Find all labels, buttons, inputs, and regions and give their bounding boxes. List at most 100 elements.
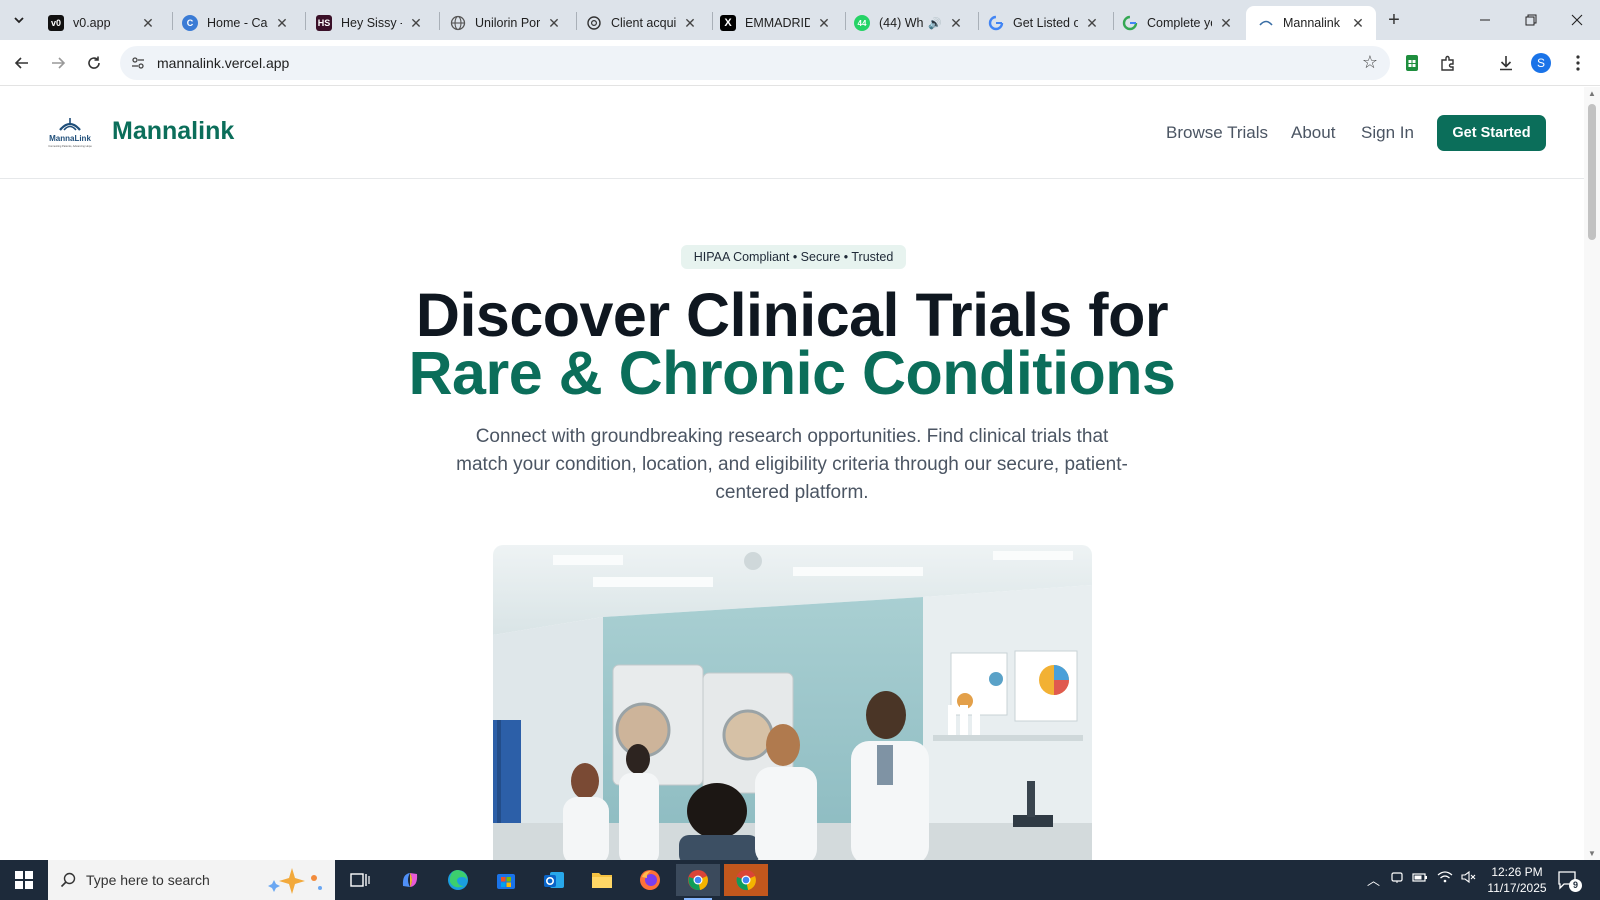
site-header: MannaLink Connecting Patients, Advancing…: [0, 87, 1584, 179]
profile-avatar[interactable]: S: [1531, 53, 1551, 73]
whatsapp-badge: 44: [857, 18, 867, 28]
address-bar[interactable]: mannalink.vercel.app ☆: [120, 46, 1390, 80]
kebab-menu-icon[interactable]: [1566, 51, 1590, 75]
tab-unilorin[interactable]: Unilorin Portal ✕: [438, 6, 572, 40]
tab-v0[interactable]: v0 v0.app ✕: [36, 6, 166, 40]
whatsapp-icon: 44: [854, 15, 870, 31]
copilot-sparkle-icon: [268, 868, 322, 894]
close-tab-icon[interactable]: ✕: [140, 15, 156, 31]
extensions-puzzle-icon[interactable]: [1436, 51, 1460, 75]
close-icon: [1571, 14, 1583, 26]
sheets-extension-icon[interactable]: [1400, 51, 1424, 75]
tab-canva[interactable]: C Home - Canva ✕: [170, 6, 300, 40]
brand-name[interactable]: Mannalink: [112, 117, 234, 146]
scrollbar-thumb[interactable]: [1588, 104, 1596, 240]
canva-icon: C: [182, 15, 198, 31]
site-info-icon[interactable]: [130, 55, 146, 71]
scroll-up-icon[interactable]: ▲: [1588, 89, 1596, 98]
forward-button[interactable]: [44, 49, 72, 77]
copilot-app-icon[interactable]: [388, 864, 432, 896]
scroll-down-icon[interactable]: ▼: [1588, 849, 1596, 858]
close-tab-icon[interactable]: ✕: [1350, 15, 1366, 31]
clock-time: 12:26 PM: [1491, 865, 1543, 879]
new-tab-button[interactable]: +: [1382, 9, 1406, 33]
x-logo-icon: X: [720, 15, 736, 31]
tab-strip: v0 v0.app ✕ C Home - Canva ✕ HS Hey Siss…: [0, 0, 1600, 40]
google-icon: [988, 15, 1004, 31]
bookmark-star-icon[interactable]: ☆: [1362, 52, 1378, 73]
task-view-icon[interactable]: [338, 864, 382, 896]
openai-icon: [586, 15, 602, 31]
restore-icon: [1525, 14, 1537, 26]
close-tab-icon[interactable]: ✕: [546, 15, 562, 31]
meet-now-icon[interactable]: [1390, 870, 1404, 887]
google-icon: [1122, 15, 1138, 31]
nav-browse-trials[interactable]: Browse Trials: [1166, 123, 1268, 143]
nav-sign-in[interactable]: Sign In: [1361, 123, 1414, 143]
download-icon[interactable]: [1494, 51, 1518, 75]
notification-count: 9: [1569, 879, 1582, 892]
minimize-button[interactable]: [1462, 0, 1508, 40]
browser-toolbar: mannalink.vercel.app ☆: [0, 40, 1600, 86]
battery-icon[interactable]: [1412, 870, 1428, 887]
hero-lab-image: [493, 545, 1092, 860]
arrow-left-icon: [14, 57, 28, 69]
tab-search-button[interactable]: [6, 7, 32, 33]
reload-button[interactable]: [80, 49, 108, 77]
close-tab-icon[interactable]: ✕: [408, 15, 424, 31]
microsoft-store-icon[interactable]: [484, 864, 528, 896]
compliance-badge: HIPAA Compliant • Secure • Trusted: [681, 245, 906, 269]
restore-button[interactable]: [1508, 0, 1554, 40]
close-tab-icon[interactable]: ✕: [1218, 15, 1234, 31]
tab-get-listed[interactable]: Get Listed on Google ✕: [976, 6, 1110, 40]
chrome-app-icon-active[interactable]: [676, 864, 720, 900]
page-scrollbar[interactable]: ▲ ▼: [1584, 87, 1600, 860]
tab-x-emmadrid[interactable]: X EMMADRID ✕: [708, 6, 842, 40]
close-tab-icon[interactable]: ✕: [274, 15, 290, 31]
mannalink-logo[interactable]: MannaLink Connecting Patients, Advancing…: [46, 114, 94, 154]
firefox-app-icon[interactable]: [628, 864, 672, 896]
hey-sissy-icon: HS: [316, 15, 332, 31]
taskbar-clock[interactable]: 12:26 PM 11/17/2025: [1486, 864, 1548, 896]
search-placeholder: Type here to search: [86, 872, 210, 888]
taskbar-search-box[interactable]: Type here to search: [48, 860, 335, 900]
close-tab-icon[interactable]: ✕: [1084, 15, 1100, 31]
close-tab-icon[interactable]: ✕: [682, 15, 698, 31]
speaker-icon[interactable]: 🔊: [928, 17, 942, 30]
tab-hey-sissy[interactable]: HS Hey Sissy - Fashion ✕: [304, 6, 434, 40]
v0-icon: v0: [48, 15, 64, 31]
outlook-app-icon[interactable]: [532, 864, 576, 896]
tab-whatsapp[interactable]: 44 (44) WhatsApp 🔊 ✕: [842, 6, 974, 40]
file-explorer-icon[interactable]: [580, 864, 624, 896]
notification-center-icon[interactable]: 9: [1556, 868, 1582, 892]
volume-muted-icon[interactable]: [1461, 870, 1477, 887]
page-viewport: MannaLink Connecting Patients, Advancing…: [0, 87, 1584, 860]
search-icon: [60, 872, 76, 888]
mannalink-favicon: [1258, 15, 1274, 31]
svg-text:MannaLink: MannaLink: [49, 134, 91, 143]
nav-about[interactable]: About: [1291, 123, 1335, 143]
close-window-button[interactable]: [1554, 0, 1600, 40]
close-tab-icon[interactable]: ✕: [816, 15, 832, 31]
wifi-icon[interactable]: [1437, 870, 1453, 887]
chevron-down-icon: [14, 17, 24, 24]
tab-mannalink[interactable]: Mannalink - Clinical ✕: [1246, 6, 1376, 40]
svg-text:Connecting Patients, Advancing: Connecting Patients, Advancing Hope: [48, 144, 92, 148]
edge-app-icon[interactable]: [436, 864, 480, 896]
start-button[interactable]: [0, 860, 48, 900]
globe-icon: [450, 15, 466, 31]
tab-client-acquisition[interactable]: Client acquisition ✕: [574, 6, 708, 40]
arrow-right-icon: [52, 57, 66, 69]
tab-complete-profile[interactable]: Complete your profile ✕: [1110, 6, 1244, 40]
close-tab-icon[interactable]: ✕: [948, 15, 964, 31]
show-hidden-icons-chevron[interactable]: ︿: [1367, 870, 1380, 889]
back-button[interactable]: [8, 49, 36, 77]
get-started-button[interactable]: Get Started: [1437, 115, 1546, 151]
chrome-profile-app-icon[interactable]: [724, 864, 768, 896]
url-text[interactable]: mannalink.vercel.app: [157, 55, 289, 71]
clock-date: 11/17/2025: [1487, 881, 1547, 895]
windows-taskbar: Type here to search ︿ 12:26 PM 11/17/202…: [0, 860, 1600, 900]
windows-logo-icon: [15, 871, 33, 889]
minimize-icon: [1480, 19, 1490, 21]
hero-description: Connect with groundbreaking research opp…: [456, 426, 1128, 503]
